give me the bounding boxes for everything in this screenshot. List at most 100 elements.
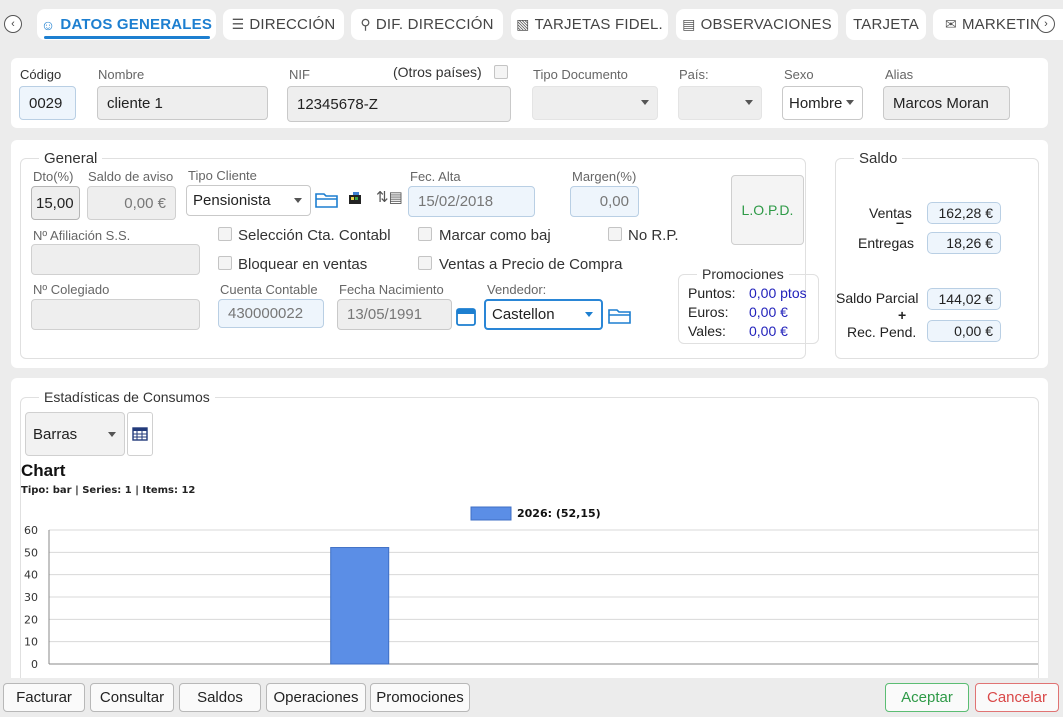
saldos-button[interactable]: Saldos xyxy=(179,683,261,712)
y-tick-label: 10 xyxy=(24,636,38,649)
y-tick-label: 60 xyxy=(24,524,38,537)
afiliacion-field[interactable] xyxy=(31,244,200,275)
nif-label: NIF xyxy=(289,67,310,82)
bar-chart: 0 10 20 30 40 50 60 2026: (52,15) xyxy=(24,506,1038,671)
cancelar-button[interactable]: Cancelar xyxy=(975,683,1059,712)
euros-value: 0,00 € xyxy=(749,304,788,320)
megaphone-icon: ✉ xyxy=(945,16,957,32)
nif-field[interactable]: 12345678-Z xyxy=(287,86,511,122)
margen-label: Margen(%) xyxy=(572,169,637,184)
no-rp-checkbox[interactable] xyxy=(608,227,622,241)
puntos-label: Puntos: xyxy=(688,285,736,301)
tipo-cliente-select[interactable]: Pensionista xyxy=(186,185,311,216)
fecha-nacimiento-label: Fecha Nacimiento xyxy=(339,282,444,297)
saldo-aviso-field[interactable]: 0,00 € xyxy=(87,186,176,220)
comment-icon: ▤ xyxy=(682,16,696,32)
ventas-precio-compra-checkbox[interactable] xyxy=(418,256,432,270)
y-tick-label: 30 xyxy=(24,591,38,604)
aceptar-button[interactable]: Aceptar xyxy=(885,683,969,712)
ventas-label: Ventas xyxy=(869,205,912,221)
calendar-icon[interactable] xyxy=(455,305,477,327)
cuenta-contable-label: Cuenta Contable xyxy=(220,282,318,297)
tab-direccion[interactable]: ☰ DIRECCIÓN xyxy=(223,9,344,40)
folder-icon[interactable] xyxy=(608,307,632,325)
saldo-parcial-value: 144,02 € xyxy=(927,288,1001,310)
colegiado-field[interactable] xyxy=(31,299,200,330)
tipo-cliente-label: Tipo Cliente xyxy=(188,168,257,183)
fec-alta-label: Fec. Alta xyxy=(410,169,461,184)
ventas-value: 162,28 € xyxy=(927,202,1001,224)
sexo-label: Sexo xyxy=(784,67,814,82)
header-panel: Código 0029 Nombre cliente 1 NIF (Otros … xyxy=(11,58,1048,128)
alias-field[interactable]: Marcos Moran xyxy=(883,86,1010,120)
palette-icon[interactable] xyxy=(347,191,365,207)
plus-sign: + xyxy=(898,307,907,323)
minus-sign: – xyxy=(896,214,904,230)
y-tick-label: 50 xyxy=(24,546,38,559)
chart-title: Chart xyxy=(21,461,66,480)
bloquear-ventas-checkbox[interactable] xyxy=(218,256,232,270)
y-tick-label: 0 xyxy=(31,658,38,671)
afiliacion-label: Nº Afiliación S.S. xyxy=(33,228,131,243)
table-icon xyxy=(132,427,148,441)
marcar-baja-label: Marcar como baj xyxy=(439,227,551,244)
saldo-parcial-label: Saldo Parcial xyxy=(836,290,919,306)
nombre-field[interactable]: cliente 1 xyxy=(97,86,268,120)
bloquear-ventas-label: Bloquear en ventas xyxy=(238,256,368,273)
otros-paises-checkbox[interactable] xyxy=(494,65,508,79)
scroll-right-icon[interactable]: › xyxy=(1037,15,1055,33)
promociones-button[interactable]: Promociones xyxy=(370,683,470,712)
alias-label: Alias xyxy=(885,67,914,82)
tab-bar: ‹ ☺ DATOS GENERALES ☰ DIRECCIÓN ⚲ DIF. D… xyxy=(0,0,1063,48)
chevron-down-icon xyxy=(585,312,593,317)
fec-alta-field[interactable]: 15/02/2018 xyxy=(408,186,535,217)
user-location-icon: ⚲ xyxy=(360,16,371,32)
dto-field[interactable]: 15,00 xyxy=(31,186,80,220)
facturar-button[interactable]: Facturar xyxy=(3,683,85,712)
general-title: General xyxy=(39,150,103,167)
tipo-documento-select[interactable] xyxy=(532,86,658,120)
chart-type-select[interactable]: Barras xyxy=(25,412,125,456)
entregas-label: Entregas xyxy=(858,235,915,251)
cuenta-contable-field[interactable]: 430000022 xyxy=(218,299,324,328)
list-icon: ☰ xyxy=(231,16,245,32)
tab-tarjetas-fidel[interactable]: ▧ TARJETAS FIDEL. xyxy=(511,9,668,40)
legend-label: 2026: (52,15) xyxy=(517,507,601,520)
active-tab-indicator xyxy=(44,36,210,39)
sexo-select[interactable]: Hombre xyxy=(782,86,863,120)
operaciones-button[interactable]: Operaciones xyxy=(266,683,366,712)
codigo-field[interactable]: 0029 xyxy=(19,86,76,120)
user-circle-icon: ☺ xyxy=(40,16,56,33)
chevron-down-icon xyxy=(294,198,302,203)
chart-subtitle: Tipo: bar | Series: 1 | Items: 12 xyxy=(21,485,196,496)
nombre-label: Nombre xyxy=(98,67,145,82)
margen-field[interactable]: 0,00 xyxy=(570,186,639,217)
tab-observaciones[interactable]: ▤ OBSERVACIONES xyxy=(676,9,838,40)
folder-icon[interactable] xyxy=(315,191,339,209)
bar xyxy=(330,547,390,665)
pais-select[interactable] xyxy=(678,86,762,120)
colegiado-label: Nº Colegiado xyxy=(33,282,110,297)
add-list-icon[interactable]: ⇅▤ xyxy=(376,188,403,206)
seleccion-cta-checkbox[interactable] xyxy=(218,227,232,241)
tab-dif-direccion[interactable]: ⚲ DIF. DIRECCIÓN xyxy=(351,9,503,40)
vales-value: 0,00 € xyxy=(749,323,788,339)
y-tick-label: 40 xyxy=(24,569,38,582)
no-rp-label: No R.P. xyxy=(628,227,679,244)
otros-paises-label: (Otros países) xyxy=(393,64,482,80)
general-panel: General Dto(%) 15,00 Saldo de aviso 0,00… xyxy=(11,140,1048,368)
saldo-title: Saldo xyxy=(854,150,903,167)
vendedor-select[interactable]: Castellon xyxy=(484,299,603,330)
chart-settings-button[interactable] xyxy=(127,412,153,456)
euros-label: Euros: xyxy=(688,304,729,320)
fecha-nacimiento-field[interactable]: 13/05/1991 xyxy=(337,299,452,330)
vendedor-label: Vendedor: xyxy=(487,282,547,297)
promociones-title: Promociones xyxy=(697,266,789,282)
tab-tarjeta[interactable]: TARJETA xyxy=(846,9,926,40)
scroll-left-icon[interactable]: ‹ xyxy=(4,15,22,33)
marcar-baja-checkbox[interactable] xyxy=(418,227,432,241)
lopd-button[interactable]: L.O.P.D. xyxy=(731,175,804,245)
codigo-label: Código xyxy=(20,67,62,82)
consultar-button[interactable]: Consultar xyxy=(90,683,174,712)
stats-title: Estadísticas de Consumos xyxy=(39,389,215,405)
